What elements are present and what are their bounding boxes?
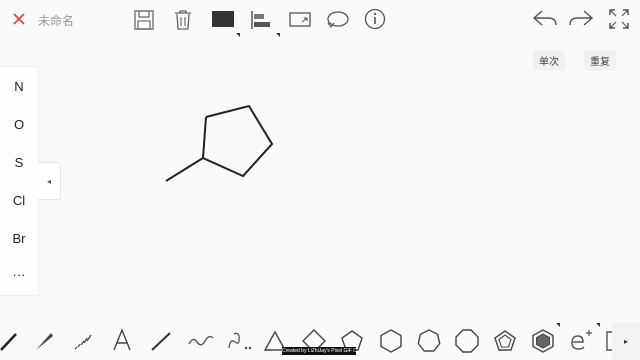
bond-wedge-tool-icon[interactable] xyxy=(34,330,54,352)
drawing-canvas[interactable] xyxy=(60,60,608,318)
element-o[interactable]: O xyxy=(0,117,38,132)
undo-icon[interactable] xyxy=(532,8,558,28)
file-name: 未命名 xyxy=(38,14,75,28)
octagon-ring-tool-icon[interactable] xyxy=(454,328,480,354)
methylcyclopentane-structure xyxy=(165,104,274,182)
element-cl[interactable]: Cl xyxy=(0,193,38,208)
benzene-tool-icon[interactable] xyxy=(531,328,555,354)
pentagon-filled-tool-icon[interactable] xyxy=(493,329,517,353)
line-tool-icon[interactable] xyxy=(150,330,172,352)
align-icon[interactable] xyxy=(250,10,274,30)
fullscreen-icon[interactable] xyxy=(608,8,630,30)
element-n[interactable]: N xyxy=(0,79,38,94)
bond-single-tool-icon[interactable] xyxy=(0,330,20,352)
color-fill-icon[interactable] xyxy=(211,10,235,28)
delete-icon[interactable] xyxy=(172,8,194,32)
toolbar-scroll-right-button[interactable]: ▸ xyxy=(612,323,640,360)
color-dropdown-icon[interactable] xyxy=(236,33,240,37)
credit-watermark: Created by LiZhiJay's Pixel GIF CX xyxy=(282,347,356,355)
bond-hash-tool-icon[interactable] xyxy=(72,330,94,352)
align-dropdown-icon[interactable] xyxy=(276,33,280,37)
element-s[interactable]: S xyxy=(0,155,38,170)
heptagon-ring-tool-icon[interactable] xyxy=(416,328,442,354)
resize-icon[interactable] xyxy=(288,10,312,28)
info-icon[interactable] xyxy=(364,8,386,30)
hexagon-ring-tool-icon[interactable] xyxy=(379,328,403,354)
rotate-icon[interactable] xyxy=(325,8,351,30)
cyclopentane-ring xyxy=(201,104,274,178)
electron-tool-icon[interactable] xyxy=(569,327,595,353)
wavy-bond-tool-icon[interactable] xyxy=(188,332,214,350)
save-icon[interactable] xyxy=(133,9,155,31)
element-br[interactable]: Br xyxy=(0,231,38,246)
close-icon[interactable] xyxy=(10,10,28,28)
ring-dropdown-icon[interactable] xyxy=(556,323,560,327)
redo-icon[interactable] xyxy=(568,8,594,28)
text-tool-icon[interactable] xyxy=(112,328,132,352)
electron-dropdown-icon[interactable] xyxy=(596,323,600,327)
element-panel: N O S Cl Br ··· xyxy=(0,66,39,296)
collapse-panel-button[interactable]: ◂ xyxy=(38,162,61,200)
element-more[interactable]: ··· xyxy=(0,267,38,282)
curved-arrow-tool-icon[interactable] xyxy=(226,330,252,352)
methyl-bond xyxy=(165,157,204,182)
